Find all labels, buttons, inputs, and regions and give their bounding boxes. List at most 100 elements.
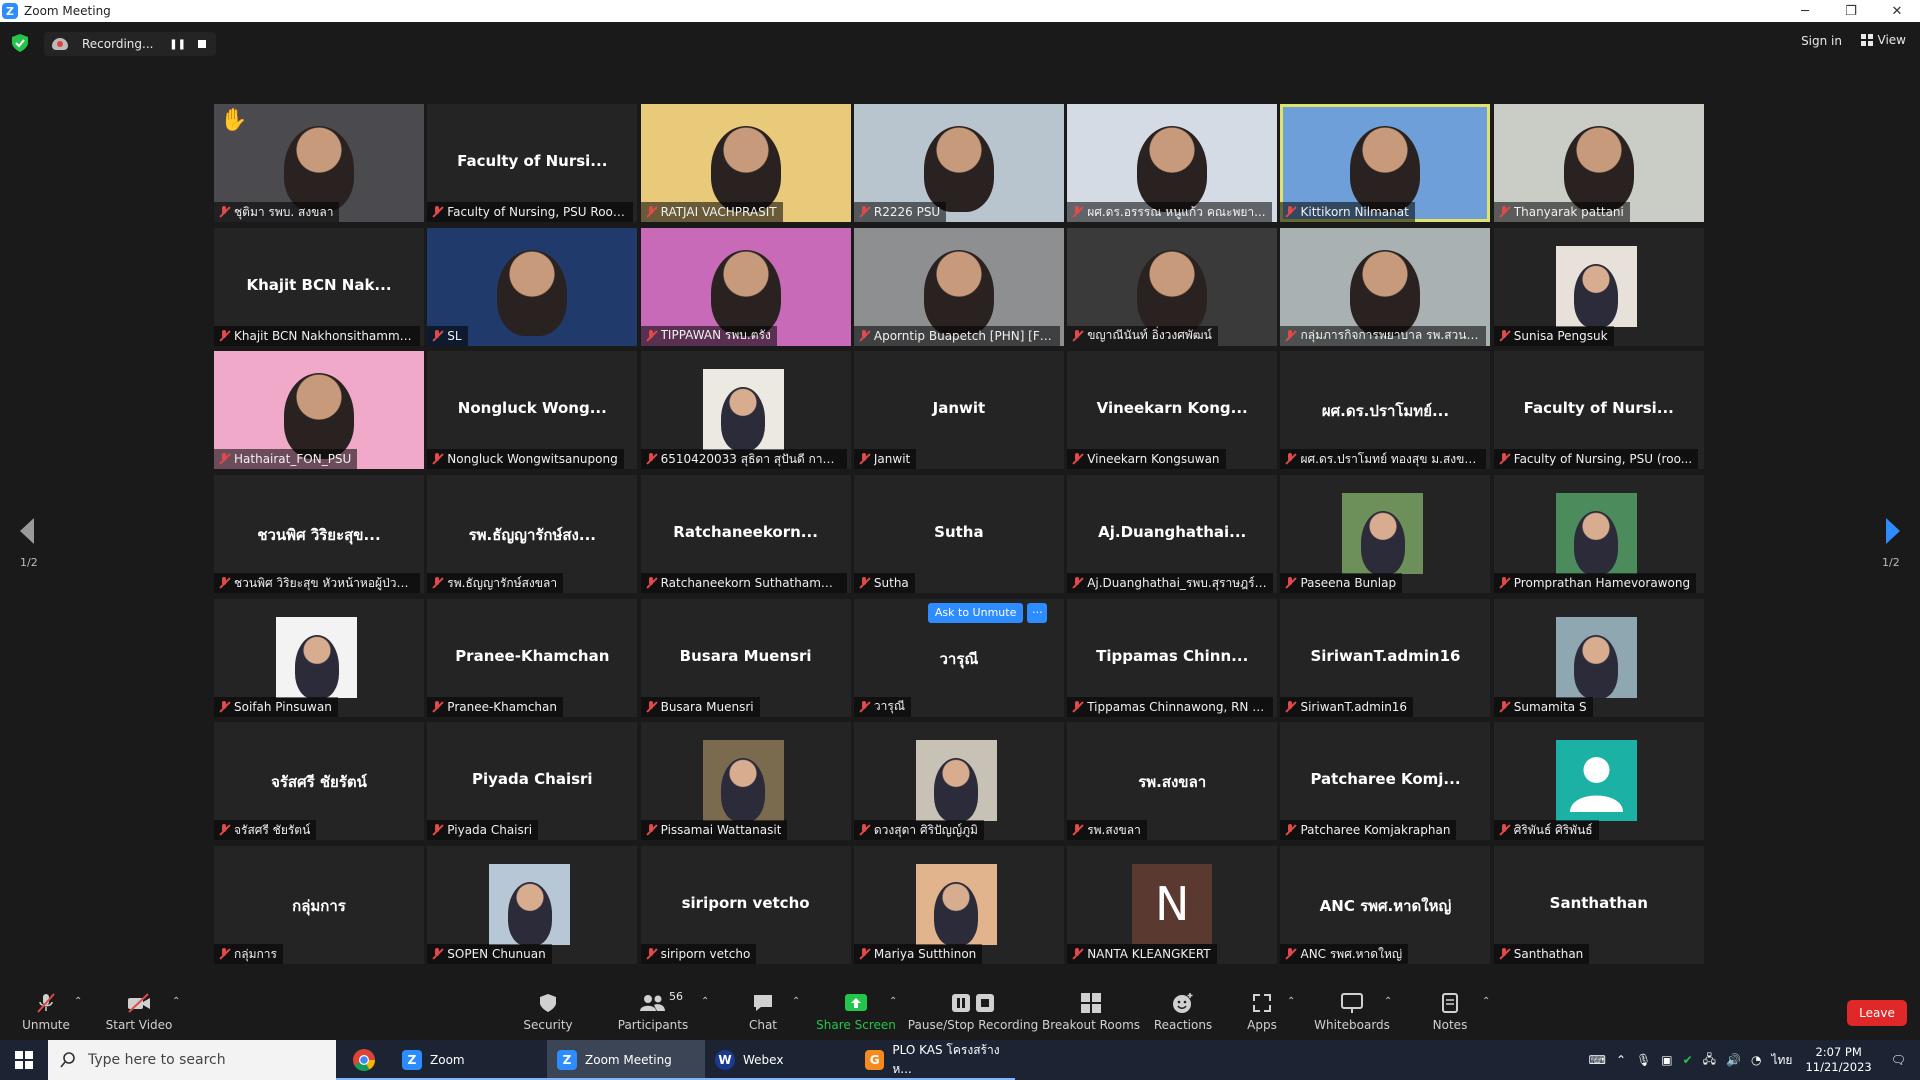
volume-extra-icon[interactable]: ◔ — [1751, 1053, 1761, 1067]
participant-tile[interactable]: Janwit Janwit — [853, 351, 1064, 470]
chat-options-caret[interactable]: ⌃ — [792, 996, 800, 1007]
pause-recording-icon[interactable]: ❚❚ — [169, 39, 186, 50]
taskbar-plo-kas[interactable]: G PLO KAS โครงสร้างห... — [855, 1040, 1015, 1080]
participant-tile[interactable]: Soifah Pinsuwan — [214, 598, 424, 717]
microphone-tray-icon[interactable]: 🎙 — [1636, 1053, 1651, 1067]
participant-tile[interactable]: siriporn vetcho siriporn vetcho — [640, 846, 851, 965]
more-options-button[interactable]: ··· — [1027, 602, 1048, 623]
participant-tile[interactable]: SiriwanT.admin16 SiriwanT.admin16 — [1280, 598, 1491, 717]
taskbar-clock[interactable]: 2:07 PM 11/21/2023 — [1805, 1045, 1871, 1075]
pause-stop-recording-button[interactable]: Pause/Stop Recording — [908, 992, 1038, 1036]
participant-tile[interactable]: Vineekarn Kong... Vineekarn Kongsuwan — [1067, 351, 1278, 470]
participant-tile[interactable]: Hathairat_FON_PSU — [214, 351, 424, 470]
participant-tile[interactable]: Khajit BCN Nak... Khajit BCN Nakhonsitham… — [214, 227, 424, 346]
participant-tile[interactable]: ศิริพันธ์ ศิริพันธ์ — [1493, 722, 1704, 841]
share-screen-button[interactable]: Share Screen — [816, 992, 896, 1036]
participant-tile[interactable]: ขญาณีนันท์ อิ่งวงศพัฒน์ — [1067, 227, 1278, 346]
participant-tile[interactable]: ผศ.ดร.ปราโมทย์... ผศ.ดร.ปราโมทย์ ทองสุข ม… — [1280, 351, 1491, 470]
participant-tile[interactable]: กลุ่มภารกิจการพยาบาล รพ.สวนสร... — [1280, 227, 1491, 346]
meet-now-icon[interactable]: ▣ — [1661, 1053, 1672, 1067]
minimize-button[interactable]: ─ — [1782, 0, 1828, 22]
security-button[interactable]: Security — [520, 992, 576, 1036]
participant-tile[interactable]: ดวงสุดา ศิริปัญญ์ภูมิ — [853, 722, 1064, 841]
taskbar-chrome[interactable] — [336, 1040, 392, 1080]
participant-tile[interactable]: Ratchaneekorn... Ratchaneekorn Suthathamm… — [640, 475, 851, 594]
participant-tile[interactable]: 6510420033 สุธิดา สุปันดี การผดุ... — [640, 351, 851, 470]
unmute-button[interactable]: Unmute — [22, 992, 70, 1036]
participant-tile[interactable]: Sutha Sutha — [853, 475, 1064, 594]
whiteboards-options-caret[interactable]: ⌃ — [1384, 996, 1392, 1007]
participant-tile[interactable]: RATJAI VACHPRASIT — [640, 104, 851, 222]
network-icon[interactable]: 🖧 — [1703, 1050, 1716, 1071]
participant-tile[interactable]: Patcharee Komj... Patcharee Komjakraphan — [1280, 722, 1491, 841]
participant-tile[interactable]: Aj.Duanghathai... Aj.Duanghathai_รพบ.สุรา… — [1067, 475, 1278, 594]
language-indicator[interactable]: ไทย — [1771, 1051, 1792, 1070]
keyboard-icon[interactable]: ⌨ — [1589, 1053, 1606, 1067]
notes-button[interactable]: Notes — [1430, 992, 1470, 1036]
notification-icon[interactable]: 🗨 — [1891, 1053, 1906, 1067]
participant-tile[interactable]: Pissamai Wattanasit — [640, 722, 851, 841]
participant-tile[interactable]: Kittikorn Nilmanat — [1280, 104, 1491, 222]
share-options-caret[interactable]: ⌃ — [889, 996, 897, 1007]
windows-start-button[interactable] — [0, 1040, 48, 1080]
participant-tile[interactable]: Santhathan Santhathan — [1493, 846, 1704, 965]
restore-button[interactable]: ❐ — [1828, 0, 1874, 22]
participant-tile[interactable]: Aporntip Buapetch [PHN] [FO... — [853, 227, 1064, 346]
participant-tile[interactable]: Paseena Bunlap — [1280, 475, 1491, 594]
participant-tile[interactable]: Faculty of Nursi... Faculty of Nursing, P… — [427, 104, 638, 222]
participant-tile[interactable]: Faculty of Nursi... Faculty of Nursing, P… — [1493, 351, 1704, 470]
taskbar-zoom[interactable]: Z Zoom — [392, 1040, 547, 1080]
sign-in-link[interactable]: Sign in — [1801, 34, 1842, 48]
video-options-caret[interactable]: ⌃ — [172, 996, 180, 1007]
participant-tile[interactable]: Sunisa Pengsuk — [1493, 227, 1704, 346]
participant-tile[interactable]: ✋ ชุติมา รพบ. สงขลา — [214, 104, 424, 222]
whiteboards-button[interactable]: Whiteboards — [1314, 992, 1390, 1036]
participant-tile[interactable]: TIPPAWAN รพบ.ตรัง — [640, 227, 851, 346]
chat-button[interactable]: Chat — [740, 992, 786, 1036]
close-button[interactable]: ✕ — [1874, 0, 1920, 22]
audio-options-caret[interactable]: ⌃ — [74, 996, 82, 1007]
apps-options-caret[interactable]: ⌃ — [1287, 996, 1295, 1007]
participant-tile[interactable]: จรัสศรี ชัยรัตน์ จรัสศรี ชัยรัตน์ — [214, 722, 424, 841]
start-video-button[interactable]: Start Video — [104, 992, 174, 1036]
participant-tile[interactable]: ANC รพศ.หาดใหญ่ ANC รพศ.หาดใหญ่ — [1280, 846, 1491, 965]
participant-tile[interactable]: รพ.สงขลา รพ.สงขลา — [1067, 722, 1278, 841]
participant-tile[interactable]: Mariya Sutthinon — [853, 846, 1064, 965]
reactions-button[interactable]: Reactions — [1152, 992, 1214, 1036]
taskbar-zoom-meeting[interactable]: Z Zoom Meeting — [547, 1040, 705, 1080]
security-shield-icon[interactable] — [12, 34, 28, 52]
participant-tile[interactable]: N NANTA KLEANGKERT — [1067, 846, 1278, 965]
next-page-arrow-icon[interactable] — [1882, 516, 1902, 546]
notes-options-caret[interactable]: ⌃ — [1482, 996, 1490, 1007]
taskbar-search-box[interactable]: Type here to search — [48, 1040, 336, 1080]
participant-tile[interactable]: Nongluck Wong... Nongluck Wongwitsanupong — [427, 351, 638, 470]
security-tray-icon[interactable]: ✔ — [1683, 1053, 1693, 1067]
leave-button[interactable]: Leave — [1847, 1000, 1907, 1026]
participant-tile[interactable]: SOPEN Chunuan — [427, 846, 638, 965]
participant-tile[interactable]: ชวนพิศ วิริยะสุข... ชวนพิศ วิริยะสุข หัวห… — [214, 475, 424, 594]
participant-tile[interactable]: กลุ่มการ กลุ่มการ — [214, 846, 424, 965]
participant-tile[interactable]: Promprathan Hamevorawong — [1493, 475, 1704, 594]
breakout-rooms-button[interactable]: Breakout Rooms — [1042, 992, 1140, 1036]
view-button[interactable]: View — [1860, 33, 1906, 47]
participant-tile[interactable]: R2226 PSU — [853, 104, 1064, 222]
stop-recording-icon[interactable] — [198, 40, 206, 48]
participant-tile[interactable]: Thanyarak pattani — [1493, 104, 1704, 222]
participant-tile[interactable]: Pranee-Khamchan Pranee-Khamchan — [427, 598, 638, 717]
show-hidden-icons-caret[interactable]: ⌃ — [1616, 1053, 1626, 1067]
apps-button[interactable]: Apps — [1242, 992, 1282, 1036]
participants-options-caret[interactable]: ⌃ — [701, 996, 709, 1007]
participant-tile[interactable]: Tippamas Chinn... Tippamas Chinnawong, RN… — [1067, 598, 1278, 717]
speaker-icon[interactable]: 🔊 — [1726, 1053, 1741, 1067]
participant-name-label: R2226 PSU — [853, 202, 947, 222]
participant-tile[interactable]: ผศ.ดร.อรรรณ หนูแก้ว คณะพยา... — [1067, 104, 1278, 222]
participant-tile[interactable]: รพ.ธัญญารักษ์สง... รพ.ธัญญารักษ์สงขลา — [427, 475, 638, 594]
taskbar-webex[interactable]: W Webex — [705, 1040, 855, 1080]
participant-tile[interactable]: SL — [427, 227, 638, 346]
participant-tile[interactable]: Sumamita S — [1493, 598, 1704, 717]
participant-tile[interactable]: Busara Muensri Busara Muensri — [640, 598, 851, 717]
previous-page-arrow-icon[interactable] — [18, 516, 38, 546]
participant-tile[interactable]: วารุณี Ask to Unmute ··· วารุณี — [853, 598, 1064, 717]
ask-to-unmute-button[interactable]: Ask to Unmute — [927, 602, 1024, 623]
participant-tile[interactable]: Piyada Chaisri Piyada Chaisri — [427, 722, 638, 841]
